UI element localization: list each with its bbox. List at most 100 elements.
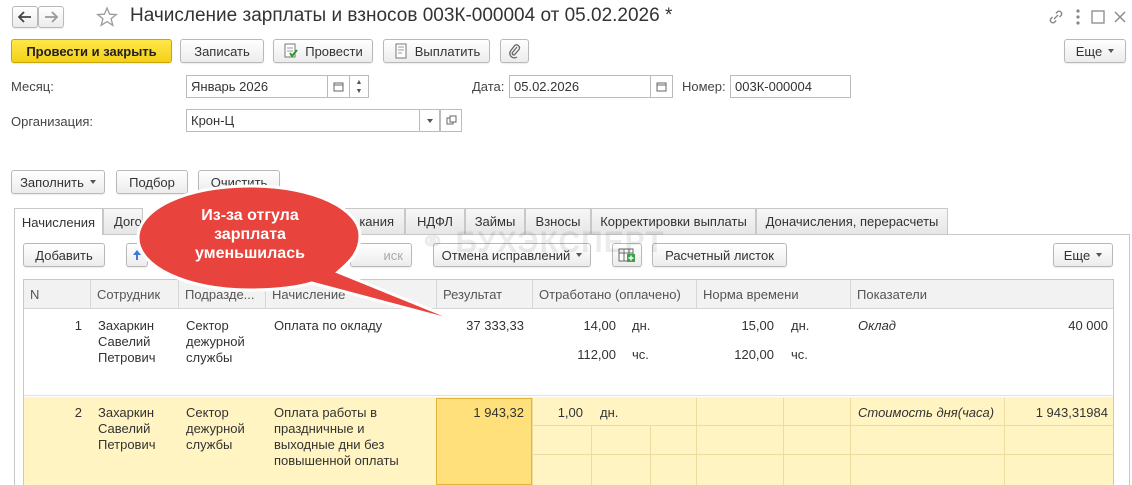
paperclip-icon xyxy=(508,44,520,59)
norm-hours: 120,00 xyxy=(734,347,774,362)
organization-open-button[interactable] xyxy=(440,109,462,132)
chevron-down-icon xyxy=(89,180,96,184)
callout-line: зарплата xyxy=(214,226,286,243)
chevron-down-icon xyxy=(426,118,433,123)
indicator-name: Стоимость дня(часа) xyxy=(858,405,995,420)
employee-name-line: Петрович xyxy=(98,437,156,452)
back-button[interactable] xyxy=(12,6,38,28)
date-calendar-button[interactable] xyxy=(651,75,673,98)
cell-divider xyxy=(850,398,851,485)
accrual-line: Оплата работы в xyxy=(274,405,377,420)
kebab-menu-icon[interactable] xyxy=(1073,8,1083,26)
attach-button[interactable] xyxy=(500,39,529,63)
employee-name-line: Захаркин xyxy=(98,405,155,420)
month-field[interactable]: Январь 2026 xyxy=(186,75,328,98)
col-header-indicators[interactable]: Показатели xyxy=(851,279,927,309)
worked-days-unit: дн. xyxy=(632,318,651,333)
calendar-icon xyxy=(333,82,344,92)
row-number: 1 xyxy=(74,318,82,333)
employee-name: Захаркин Савелий Петрович xyxy=(98,405,156,453)
number-field[interactable]: 003К-000004 xyxy=(730,75,851,98)
more-label: Еще xyxy=(1075,43,1103,59)
add-row-button[interactable]: Добавить xyxy=(23,243,105,267)
page-title: Начисление зарплаты и взносов 003К-00000… xyxy=(130,5,673,26)
worked-days-unit: дн. xyxy=(600,405,619,420)
link-icon[interactable] xyxy=(1047,8,1065,26)
organization-dropdown-button[interactable] xyxy=(420,109,440,132)
fill-button[interactable]: Заполнить xyxy=(11,170,105,194)
pay-button[interactable]: Выплатить xyxy=(383,39,490,63)
worked-hours-unit: чс. xyxy=(632,347,649,362)
grid-more-button[interactable]: Еще xyxy=(1053,243,1113,267)
tab-label: Доначисления, перерасчеты xyxy=(765,214,939,229)
department-line: дежурной xyxy=(186,334,245,349)
cell-divider xyxy=(783,398,784,485)
callout-line: уменьшилась xyxy=(195,245,305,262)
grid-more-label: Еще xyxy=(1063,247,1091,263)
indicator-value: 40 000 xyxy=(1068,318,1108,333)
watermark-text: БУХЭКСПЕРТ xyxy=(455,226,665,259)
post-and-close-label: Провести и закрыть xyxy=(26,43,157,59)
row-number: 2 xyxy=(74,405,82,420)
date-label: Дата: xyxy=(472,79,505,94)
col-header-worked[interactable]: Отработано (оплачено) xyxy=(533,279,681,309)
cell-divider xyxy=(650,425,651,485)
employee-name-line: Савелий xyxy=(98,421,151,436)
post-and-close-button[interactable]: Провести и закрыть xyxy=(11,39,172,63)
payslip-label: Расчетный листок xyxy=(665,247,774,263)
payslip-button[interactable]: Расчетный листок xyxy=(652,243,787,267)
worked-hours: 112,00 xyxy=(577,347,616,362)
department-line: дежурной xyxy=(186,421,245,436)
date-field[interactable]: 05.02.2026 xyxy=(509,75,651,98)
close-icon[interactable] xyxy=(1112,9,1128,25)
norm-days-unit: дн. xyxy=(791,318,810,333)
stepper-up-icon: ▲ xyxy=(355,78,363,86)
cell-divider xyxy=(591,425,592,485)
chevron-down-icon xyxy=(1096,253,1103,257)
month-stepper[interactable]: ▲ ▼ xyxy=(350,75,369,98)
organization-label: Организация: xyxy=(11,114,94,129)
accrual-line: праздничные и xyxy=(274,421,365,436)
open-window-icon xyxy=(446,115,456,125)
cell-divider xyxy=(1004,398,1005,485)
result-value: 1 943,32 xyxy=(473,405,524,420)
callout-line: Из-за отгула xyxy=(201,207,299,224)
pay-label: Выплатить xyxy=(414,43,481,59)
tab-label: Начисления xyxy=(21,214,96,230)
accrual-type: Оплата работы в праздничные и выходные д… xyxy=(274,405,399,469)
accrual-line: выходные дни без xyxy=(274,437,385,452)
post-document-icon xyxy=(284,43,299,58)
col-header-n[interactable]: N xyxy=(24,279,39,309)
add-row-label: Добавить xyxy=(35,247,93,263)
arrow-left-icon xyxy=(18,11,31,23)
organization-field[interactable]: Крон-Ц xyxy=(186,109,420,132)
employee-name-line: Петрович xyxy=(98,350,156,365)
accrual-line: повышенной оплаты xyxy=(274,453,399,468)
payment-document-icon xyxy=(395,43,407,59)
forward-button[interactable] xyxy=(38,6,64,28)
more-button[interactable]: Еще xyxy=(1064,39,1126,63)
col-header-norm[interactable]: Норма времени xyxy=(697,279,799,309)
cell-divider xyxy=(533,454,1113,455)
indicator-value: 1 943,31984 xyxy=(1035,405,1108,420)
worked-days: 14,00 xyxy=(583,318,616,333)
chevron-down-icon xyxy=(1108,49,1115,53)
worked-days: 1,00 xyxy=(557,405,583,420)
tab-accruals[interactable]: Начисления xyxy=(14,208,103,235)
post-label: Провести xyxy=(305,43,363,59)
month-calendar-button[interactable] xyxy=(328,75,350,98)
department-line: службы xyxy=(186,350,233,365)
department-line: службы xyxy=(186,437,233,452)
tab-recalculations[interactable]: Доначисления, перерасчеты xyxy=(756,208,948,234)
department-name: Сектор дежурной службы xyxy=(186,405,245,453)
star-icon[interactable] xyxy=(96,6,118,28)
norm-days: 15,00 xyxy=(741,318,774,333)
cell-divider xyxy=(696,398,697,485)
save-button[interactable]: Записать xyxy=(180,39,264,63)
arrow-right-icon xyxy=(45,11,58,23)
number-label: Номер: xyxy=(682,79,726,94)
callout-text: Из-за отгула зарплата уменьшилась xyxy=(160,206,340,263)
indicator-name: Оклад xyxy=(858,318,896,333)
maximize-icon[interactable] xyxy=(1090,9,1106,25)
post-button[interactable]: Провести xyxy=(273,39,373,63)
